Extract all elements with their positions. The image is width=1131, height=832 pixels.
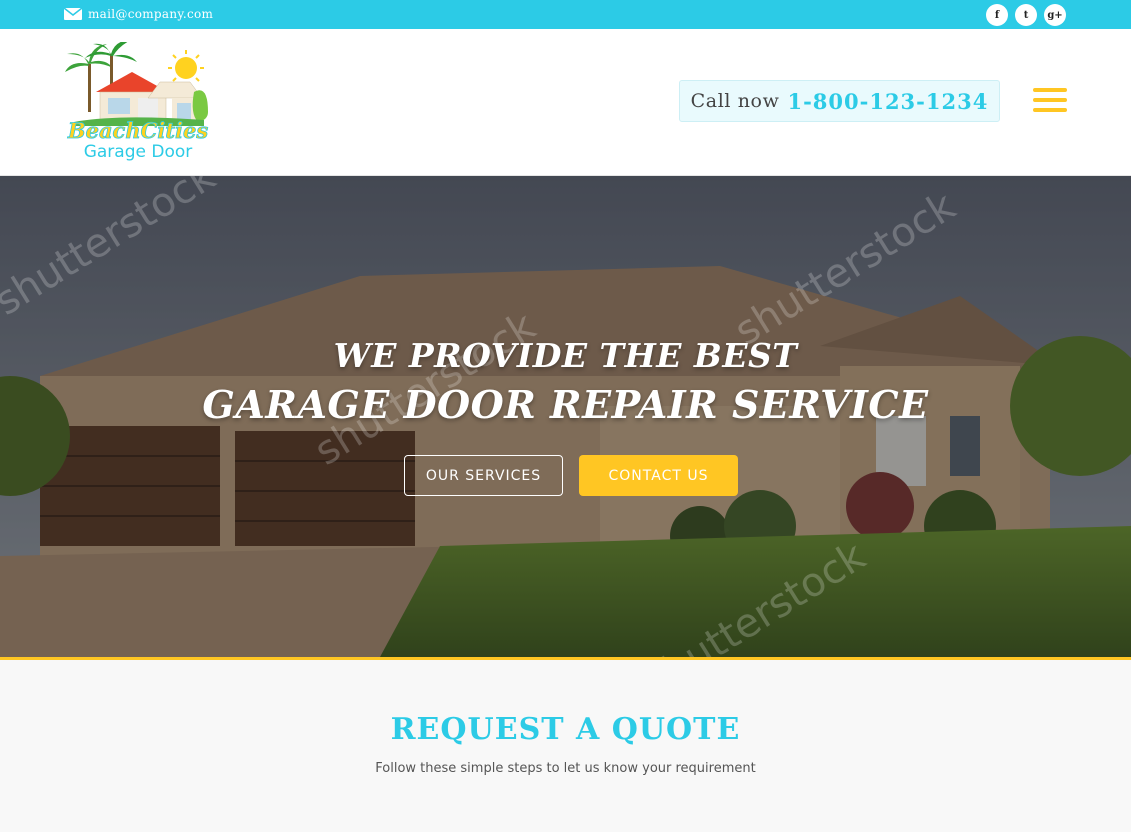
svg-text:Garage Door: Garage Door [84,142,193,162]
hero-headline-line2: GARAGE DOOR REPAIR SERVICE [202,382,929,427]
hamburger-menu-icon[interactable] [1033,88,1067,114]
hero-headline-line1: WE PROVIDE THE BEST [333,336,798,375]
svg-text:BeachCities: BeachCities [67,118,209,143]
hero-banner: shutterstock shutterstock shutterstock s… [0,176,1131,657]
sun-icon [168,50,204,86]
site-header: BeachCities Garage Door Call now 1-800-1… [0,29,1131,176]
hero-divider [0,657,1131,660]
google-plus-icon[interactable]: g+ [1044,4,1066,26]
mail-icon [64,8,82,20]
call-now-label: Call now [690,90,780,112]
phone-number: 1-800-123-1234 [787,88,989,114]
site-logo[interactable]: BeachCities Garage Door [64,40,212,162]
top-bar: mail@company.com f t g+ [0,0,1131,29]
email-link[interactable]: mail@company.com [64,6,213,22]
request-quote-title: REQUEST A QUOTE [390,712,741,747]
facebook-icon[interactable]: f [986,4,1008,26]
twitter-icon[interactable]: t [1015,4,1037,26]
request-quote-subtitle: Follow these simple steps to let us know… [375,761,756,776]
our-services-button[interactable]: OUR SERVICES [404,455,563,496]
email-text: mail@company.com [88,7,214,21]
social-links: f t g+ [986,4,1066,26]
contact-us-button[interactable]: CONTACT US [579,455,738,496]
call-now-box[interactable]: Call now 1-800-123-1234 [679,80,1000,122]
